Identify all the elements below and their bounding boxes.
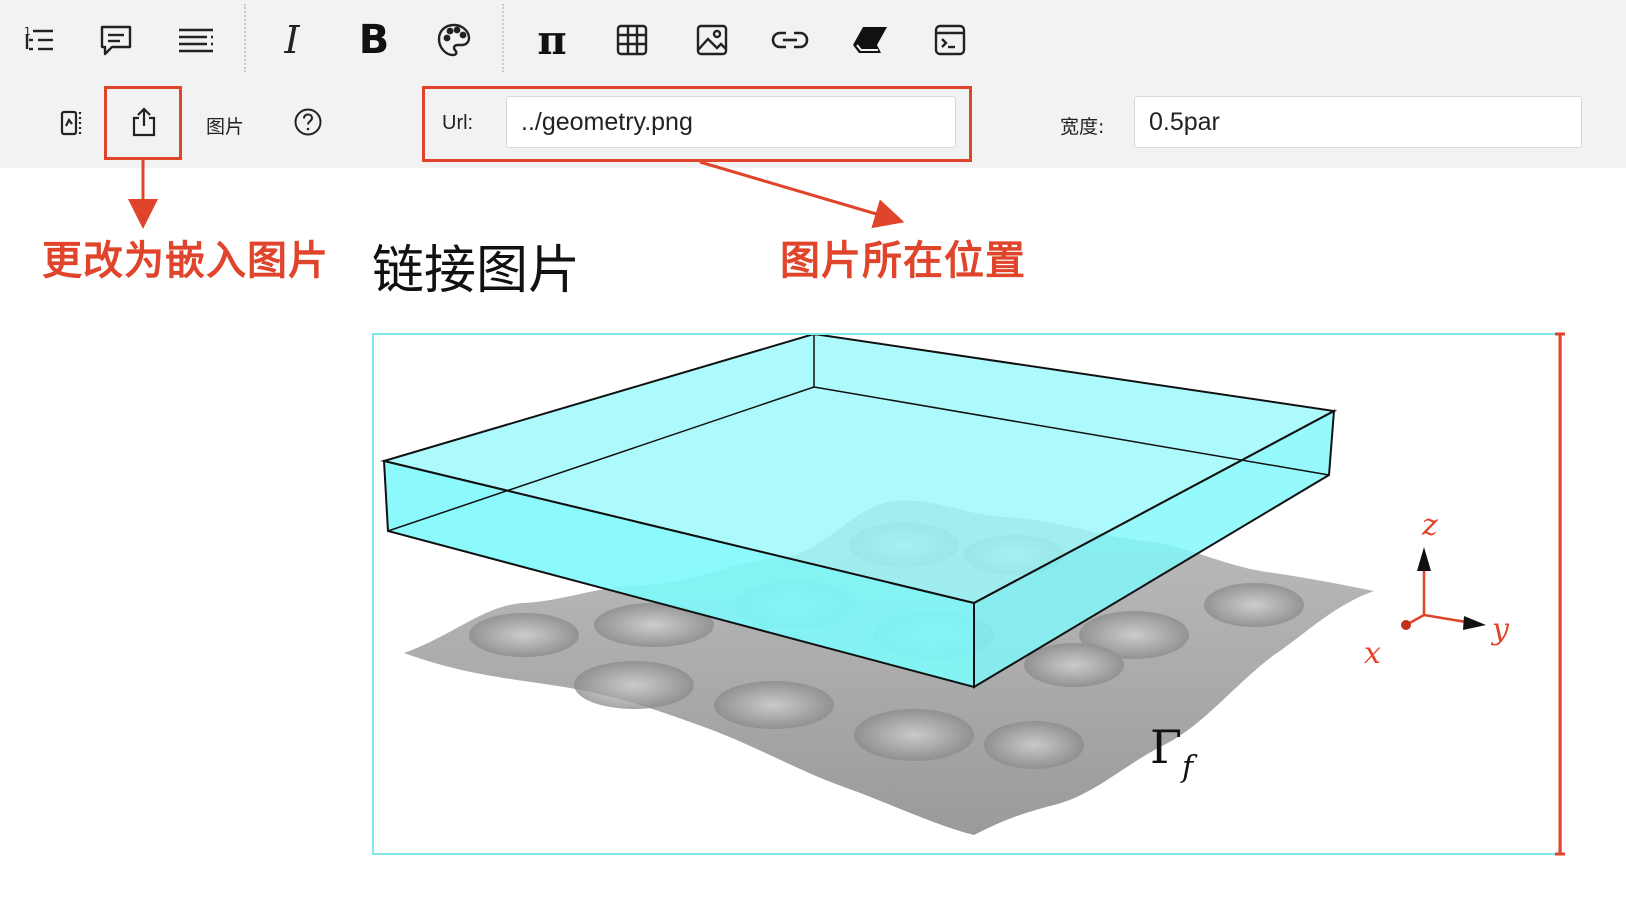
content-heading: 链接图片 [372,241,581,301]
gamma-subscript: f [1180,750,1198,785]
geometry-illustration: Γ f z y x [380,332,1510,835]
resize-handle[interactable] [1552,330,1568,860]
gamma-label: Γ [1150,720,1182,774]
coordinate-axes: z y x [1364,508,1510,671]
axis-x-label: x [1364,636,1381,671]
linked-image-frame[interactable]: Γ f z y x [372,332,1562,855]
image-location-annotation: 图片所在位置 [780,238,1026,284]
arrow-to-location-note [699,160,905,229]
embed-change-annotation: 更改为嵌入图片 [42,238,329,284]
axis-z-label: z [1421,508,1438,543]
axis-y-label: y [1490,612,1510,647]
